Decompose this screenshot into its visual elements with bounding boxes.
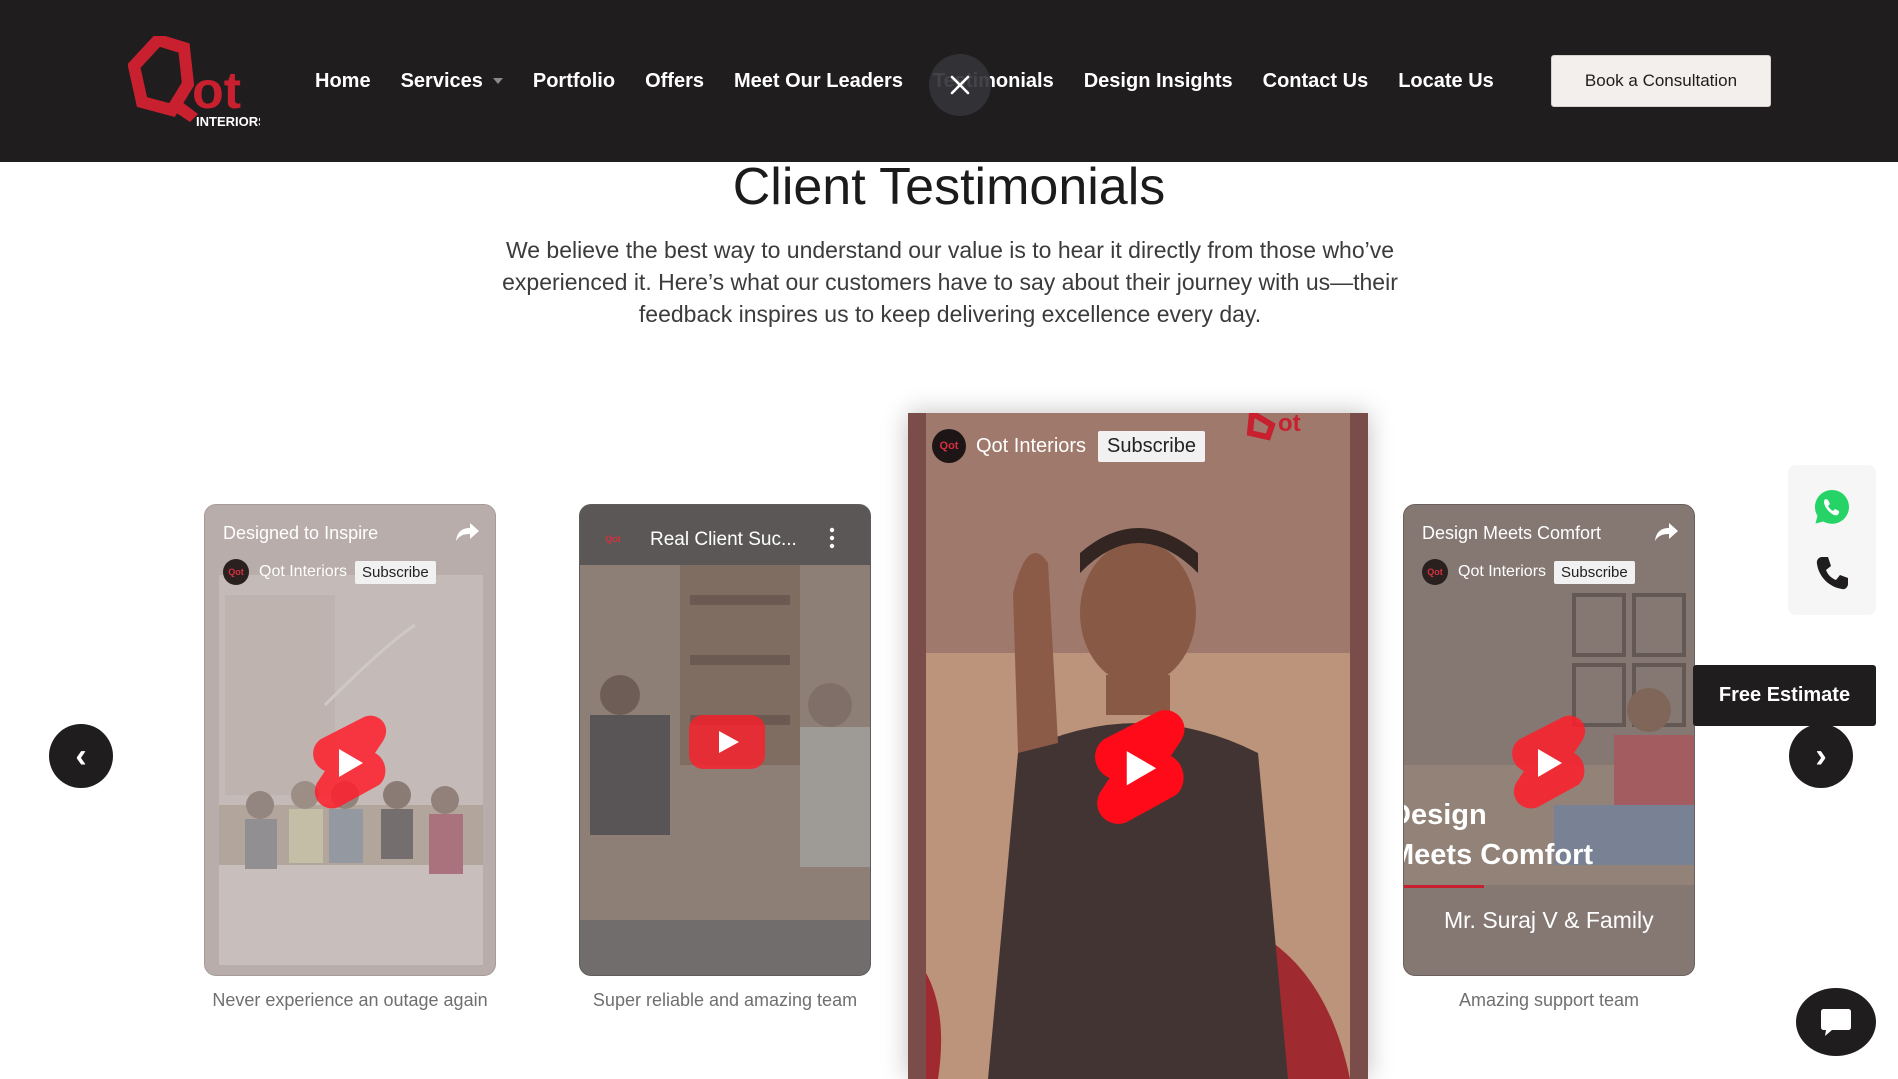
channel-avatar[interactable]: Qot [223, 559, 249, 585]
youtube-shorts-play-icon[interactable] [1090, 703, 1188, 831]
video-card-featured[interactable]: ot Qot Qot Interiors Subscribe [908, 413, 1368, 1079]
video-card-4[interactable]: Design Meets Comfort Qot Qot Interiors S… [1403, 504, 1695, 976]
nav-leaders-label: Meet Our Leaders [734, 69, 903, 92]
carousel-prev-button[interactable]: ‹ [49, 724, 113, 788]
channel-row: Qot Qot Interiors Subscribe [932, 429, 1205, 463]
nav-locate-us[interactable]: Locate Us [1398, 70, 1494, 93]
section-title: Client Testimonials [732, 158, 1166, 216]
chat-bubble-icon [1821, 1009, 1851, 1036]
channel-name[interactable]: Qot Interiors [1458, 563, 1546, 581]
youtube-shorts-play-icon[interactable] [309, 713, 389, 811]
chevron-left-icon: ‹ [75, 736, 87, 775]
channel-row: Qot Qot Interiors Subscribe [1422, 559, 1635, 585]
video-caption-4: Amazing support team [1458, 990, 1640, 1010]
svg-text:ot: ot [192, 62, 241, 120]
free-estimate-button[interactable]: Free Estimate [1693, 665, 1876, 726]
channel-name[interactable]: Qot Interiors [976, 435, 1086, 458]
video-overlay-name: Mr. Suraj V & Family [1444, 907, 1654, 933]
channel-name[interactable]: Qot Interiors [259, 563, 347, 581]
svg-text:ot: ot [1278, 413, 1301, 437]
channel-avatar[interactable]: Qot [600, 526, 626, 552]
section-intro: We believe the best way to understand ou… [502, 237, 1398, 327]
nav-services-label: Services [400, 69, 483, 92]
share-icon[interactable] [1654, 521, 1680, 543]
svg-text:INTERIORS: INTERIORS [196, 114, 260, 128]
youtube-shorts-play-icon[interactable] [1508, 713, 1588, 811]
nav-services[interactable]: Services [401, 70, 503, 93]
watermark-logo: ot [1246, 413, 1301, 441]
overlay-line-2: Meets Comfort [1403, 839, 1594, 871]
main-nav: Home Services Portfolio Offers Meet Our … [315, 0, 1524, 162]
nav-home-label: Home [315, 69, 371, 92]
overlay-accent-line [1404, 885, 1484, 888]
chevron-down-icon [492, 78, 503, 84]
whatsapp-icon[interactable] [1812, 487, 1852, 527]
video-caption-2: Super reliable and amazing team [592, 990, 858, 1010]
book-consultation-button[interactable]: Book a Consultation [1551, 55, 1771, 107]
nav-contact-label: Contact Us [1262, 69, 1369, 92]
channel-row: Qot Qot Interiors Subscribe [223, 559, 436, 585]
nav-design-insights[interactable]: Design Insights [1084, 70, 1233, 93]
nav-locate-label: Locate Us [1398, 69, 1494, 92]
video-caption-1: Never experience an outage again [212, 990, 488, 1010]
youtube-play-icon[interactable] [689, 715, 765, 769]
subscribe-button[interactable]: Subscribe [1098, 430, 1205, 462]
subscribe-button[interactable]: Subscribe [1554, 560, 1635, 584]
carousel-next-button[interactable]: › [1789, 724, 1853, 788]
nav-offers-label: Offers [645, 69, 704, 92]
chevron-right-icon: › [1815, 736, 1827, 775]
more-vert-icon[interactable] [828, 527, 836, 549]
chat-widget-button[interactable] [1796, 988, 1876, 1056]
channel-avatar[interactable]: Qot [932, 429, 966, 463]
nav-insights-label: Design Insights [1083, 69, 1233, 92]
video-title: Real Client Suc... [650, 529, 797, 550]
close-icon [950, 75, 970, 95]
nav-portfolio[interactable]: Portfolio [533, 70, 615, 93]
video-card-1[interactable]: Designed to Inspire Qot Qot Interiors Su… [204, 504, 496, 976]
video-title: Designed to Inspire [223, 523, 379, 543]
subscribe-button[interactable]: Subscribe [355, 560, 436, 584]
close-button[interactable] [929, 54, 991, 116]
video-title: Design Meets Comfort [1422, 523, 1602, 543]
brand-logo[interactable]: ot INTERIORS [127, 33, 267, 129]
share-icon[interactable] [455, 521, 481, 543]
nav-portfolio-label: Portfolio [532, 69, 616, 92]
channel-avatar[interactable]: Qot [1422, 559, 1448, 585]
nav-offers[interactable]: Offers [645, 70, 704, 93]
nav-contact-us[interactable]: Contact Us [1263, 70, 1369, 93]
phone-icon[interactable] [1812, 553, 1852, 593]
video-card-2[interactable]: Qot Real Client Suc... [579, 504, 871, 976]
nav-meet-our-leaders[interactable]: Meet Our Leaders [734, 70, 903, 93]
contact-side-panel [1788, 465, 1876, 615]
nav-home[interactable]: Home [315, 70, 371, 93]
